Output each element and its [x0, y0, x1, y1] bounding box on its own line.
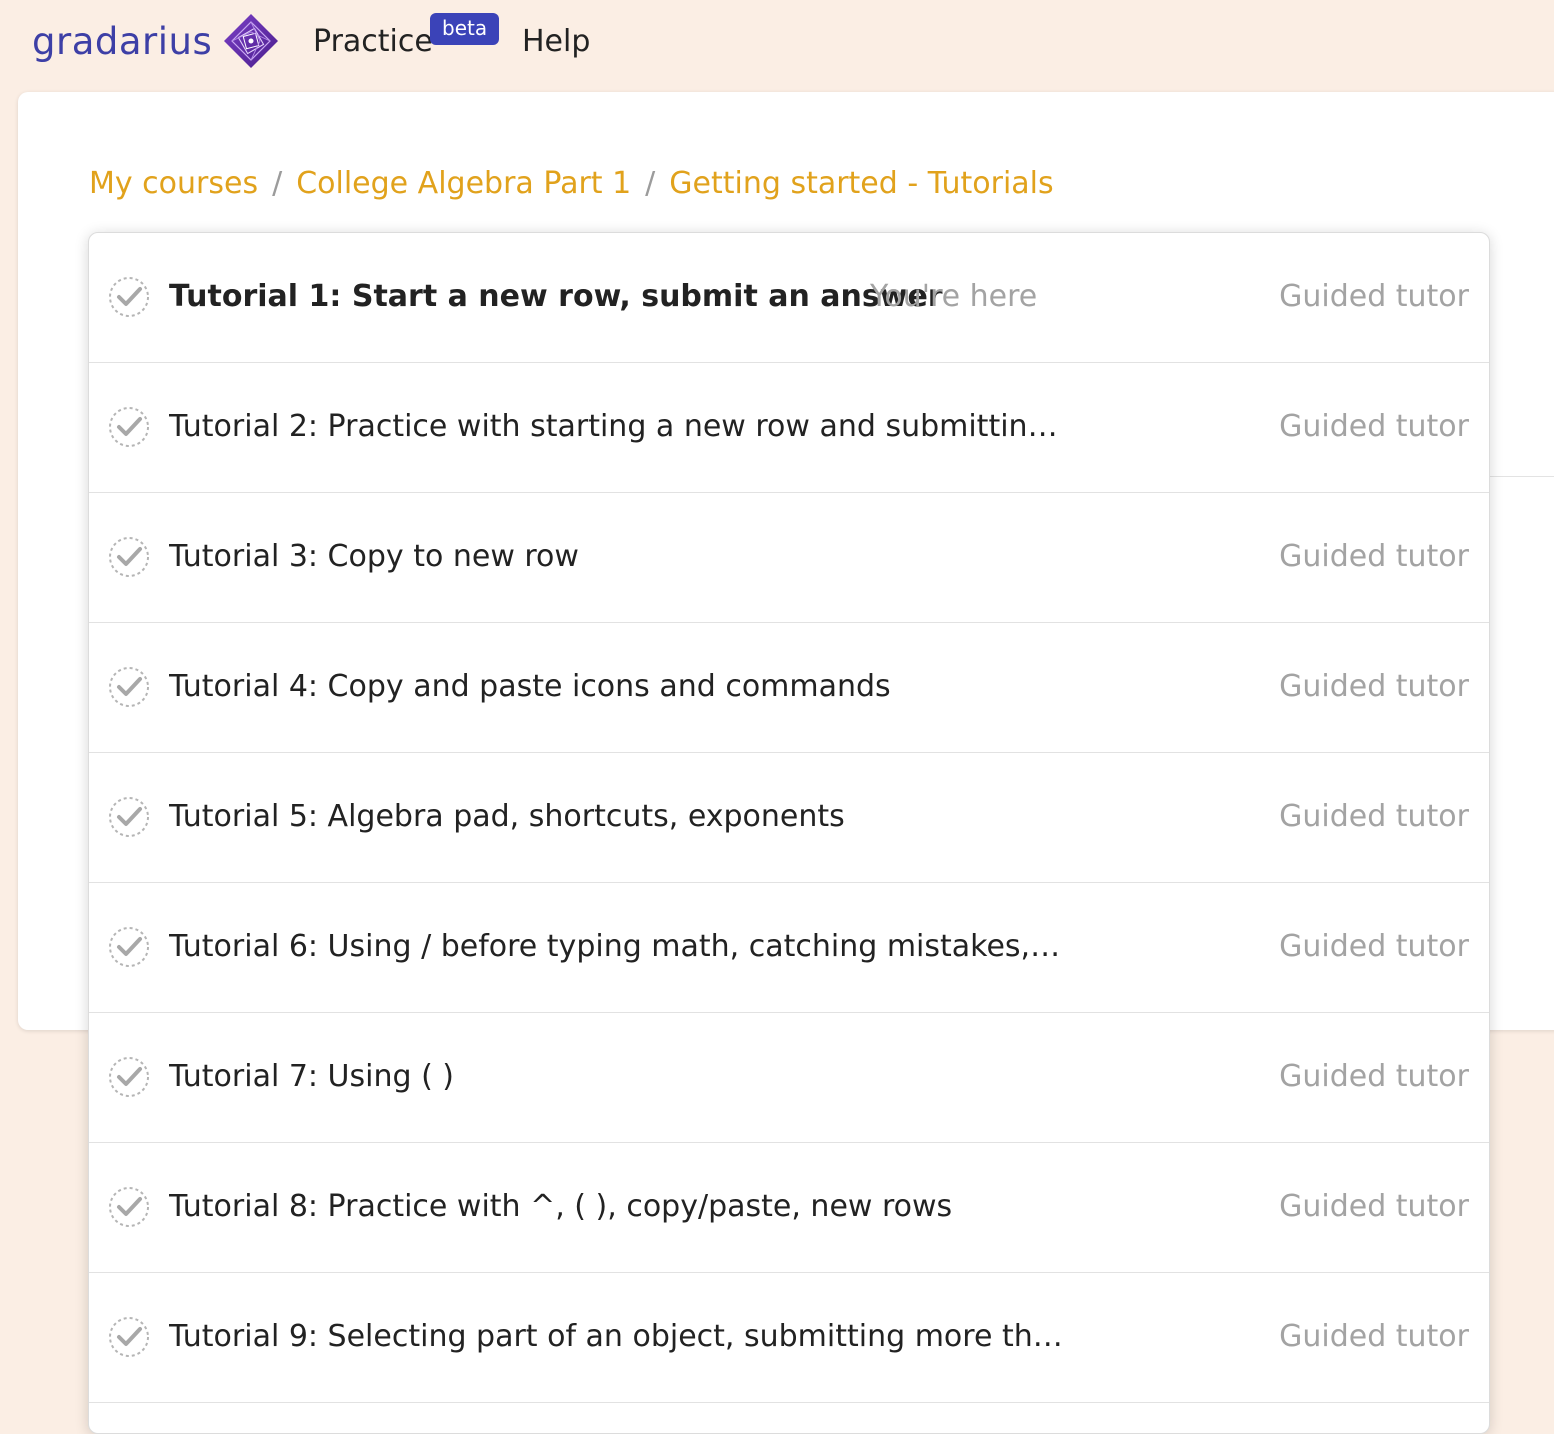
tutorial-title: Tutorial 1: Start a new row, submit an a… — [169, 279, 943, 314]
breadcrumb-separator: / — [645, 166, 656, 201]
breadcrumb-current-section[interactable]: Getting started - Tutorials — [669, 166, 1053, 201]
tutorial-title: Tutorial 4: Copy and paste icons and com… — [169, 669, 891, 704]
tutorial-row-current[interactable]: Tutorial 1: Start a new row, submit an a… — [89, 233, 1489, 363]
beta-badge: beta — [430, 13, 500, 45]
tutorial-row[interactable]: Tutorial 9: Selecting part of an object,… — [89, 1273, 1489, 1403]
gradarius-diamond-icon — [224, 14, 279, 68]
dashed-check-circle-icon — [109, 667, 149, 707]
dashed-check-circle-icon — [109, 537, 149, 577]
dashed-check-circle-icon — [109, 1187, 149, 1227]
tutorial-type: Guided tutor — [1279, 1319, 1469, 1354]
tutorial-type: Guided tutor — [1279, 799, 1469, 834]
tutorial-title: Tutorial 8: Practice with ^, ( ), copy/p… — [169, 1189, 953, 1224]
dashed-check-circle-icon — [109, 927, 149, 967]
tutorial-row[interactable]: Tutorial 7: Using ( ) Guided tutor — [89, 1013, 1489, 1143]
top-navigation-bar: gradarius Practice beta Help — [0, 0, 1554, 84]
nav-help-link[interactable]: Help — [522, 24, 590, 59]
tutorial-title: Tutorial 2: Practice with starting a new… — [169, 409, 1069, 444]
breadcrumb-separator: / — [272, 166, 283, 201]
tutorial-type: Guided tutor — [1279, 929, 1469, 964]
tutorial-row[interactable]: Tutorial 8: Practice with ^, ( ), copy/p… — [89, 1143, 1489, 1273]
breadcrumb-my-courses[interactable]: My courses — [89, 166, 258, 201]
tutorial-row[interactable]: Tutorial 6: Using / before typing math, … — [89, 883, 1489, 1013]
tutorial-type: Guided tutor — [1279, 409, 1469, 444]
tutorial-title: Tutorial 3: Copy to new row — [169, 539, 579, 574]
tutorial-title: Tutorial 7: Using ( ) — [169, 1059, 455, 1094]
tutorial-type: Guided tutor — [1279, 279, 1469, 314]
tutorial-type: Guided tutor — [1279, 539, 1469, 574]
gradarius-logo[interactable]: gradarius — [32, 12, 280, 70]
tutorial-title: Tutorial 5: Algebra pad, shortcuts, expo… — [169, 799, 845, 834]
dashed-check-circle-icon — [109, 277, 149, 317]
tutorial-type: Guided tutor — [1279, 1059, 1469, 1094]
tutorial-row[interactable]: Tutorial 2: Practice with starting a new… — [89, 363, 1489, 493]
tutorial-title: Tutorial 9: Selecting part of an object,… — [169, 1319, 1069, 1354]
tutorial-type: Guided tutor — [1279, 669, 1469, 704]
dashed-check-circle-icon — [109, 797, 149, 837]
tutorial-row[interactable]: Tutorial 3: Copy to new row Guided tutor — [89, 493, 1489, 623]
dashed-check-circle-icon — [109, 407, 149, 447]
breadcrumb-course[interactable]: College Algebra Part 1 — [296, 166, 631, 201]
logo-text: gradarius — [32, 19, 213, 63]
dashed-check-circle-icon — [109, 1057, 149, 1097]
card-divider — [1489, 476, 1554, 477]
tutorial-type: Guided tutor — [1279, 1189, 1469, 1224]
tutorial-row[interactable]: Tutorial 4: Copy and paste icons and com… — [89, 623, 1489, 753]
tutorial-title: Tutorial 6: Using / before typing math, … — [169, 929, 1069, 964]
you-are-here-label: You're here — [870, 279, 1038, 314]
dashed-check-circle-icon — [109, 1317, 149, 1357]
nav-practice-link[interactable]: Practice — [313, 24, 433, 59]
tutorial-dropdown-list: Tutorial 1: Start a new row, submit an a… — [88, 232, 1490, 1434]
tutorial-row[interactable]: Tutorial 5: Algebra pad, shortcuts, expo… — [89, 753, 1489, 883]
breadcrumb: My courses / College Algebra Part 1 / Gettin… — [89, 166, 1054, 201]
